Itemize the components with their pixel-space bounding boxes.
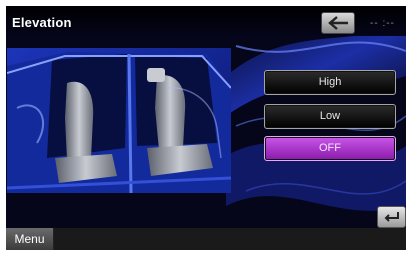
return-icon [384, 212, 399, 222]
title-bar: Elevation -- :-- [6, 6, 406, 36]
car-interior-illustration [7, 48, 231, 193]
option-off-button[interactable]: OFF [264, 136, 396, 161]
return-button[interactable] [377, 206, 406, 228]
elevation-screen: Elevation -- :-- High Low OFF Menu [6, 6, 406, 250]
back-arrow-icon [328, 16, 348, 30]
option-high-button[interactable]: High [264, 70, 396, 95]
status-text: -- :-- [370, 18, 395, 29]
menu-button[interactable]: Menu [6, 228, 54, 250]
option-low-button[interactable]: Low [264, 104, 396, 129]
screen-title: Elevation [12, 15, 72, 30]
back-button[interactable] [321, 12, 355, 34]
car-interior-image [7, 48, 231, 193]
bottom-bar: Menu [6, 228, 406, 250]
